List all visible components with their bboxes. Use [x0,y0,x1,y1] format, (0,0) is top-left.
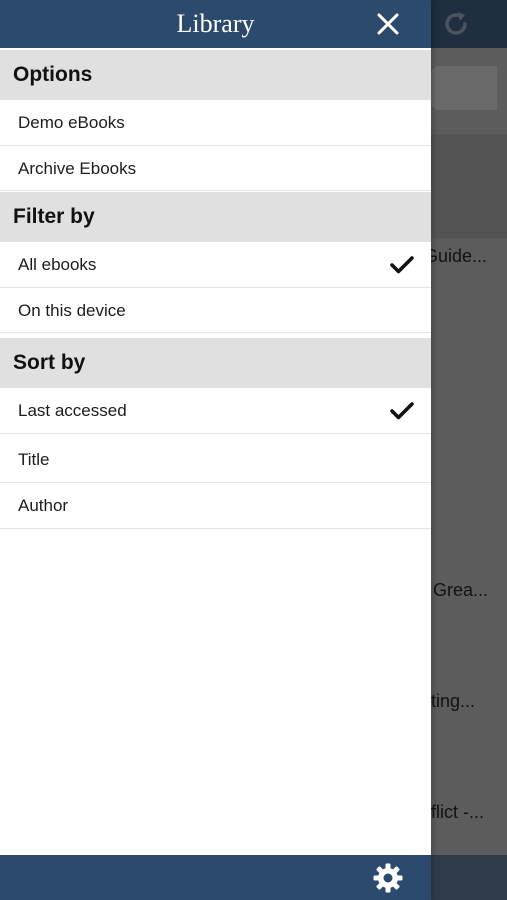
background-search-field[interactable] [431,66,497,110]
menu-item-label: On this device [18,301,126,320]
section-header-options: Options [0,50,431,100]
drawer-header: Library [0,0,431,48]
menu-item-label: Author [18,496,69,515]
section-header-filter-by: Filter by [0,192,431,242]
refresh-icon[interactable] [441,9,471,39]
background-book-title[interactable]: flict -... [431,802,484,823]
menu-item-last-accessed[interactable]: Last accessed [0,388,431,434]
background-book-title[interactable]: Guide... [424,246,487,267]
section-header-sort-by: Sort by [0,338,431,388]
menu-item-label: Demo eBooks [18,113,125,132]
background-band [431,134,507,238]
gear-icon[interactable] [372,862,404,894]
background-book-title[interactable]: Grea... [433,580,488,601]
menu-item-demo-ebooks[interactable]: Demo eBooks [0,100,431,146]
checkmark-icon [390,256,414,274]
menu-item-title[interactable]: Title [0,437,431,483]
background-book-title[interactable]: ting... [431,691,475,712]
menu-item-author[interactable]: Author [0,483,431,529]
menu-item-all-ebooks[interactable]: All ebooks [0,242,431,288]
menu-item-label: Last accessed [18,401,127,420]
menu-item-on-this-device[interactable]: On this device [0,288,431,333]
drawer-footer [0,855,431,900]
menu-item-label: Archive Ebooks [18,159,137,178]
background-toolbar [431,855,507,900]
menu-item-archive-ebooks[interactable]: Archive Ebooks [0,146,431,191]
menu-item-label: Title [18,450,50,469]
library-drawer: Library Options Demo eBooks Archive Eboo… [0,0,431,900]
drawer-title: Library [176,9,255,38]
close-icon[interactable] [373,9,403,39]
menu-item-label: All ebooks [18,255,97,274]
checkmark-icon [390,402,414,420]
